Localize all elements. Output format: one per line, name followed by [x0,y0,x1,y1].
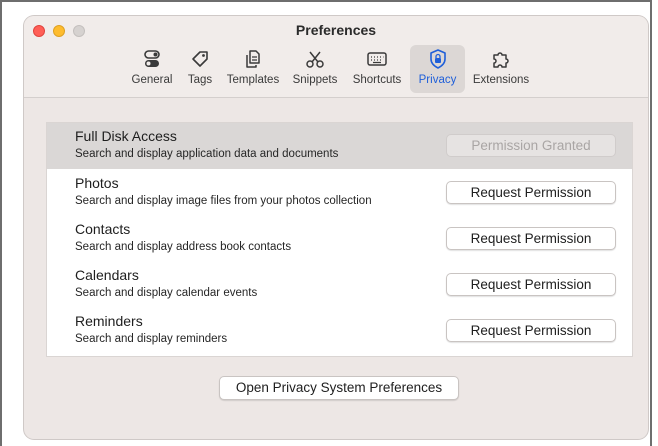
permission-title: Photos [75,175,119,191]
window-title: Preferences [295,22,377,38]
tag-icon [192,51,208,67]
tab-privacy-label: Privacy [418,74,457,86]
permission-row-reminders: Reminders Search and display reminders R… [47,308,632,354]
tab-snippets-label: Snippets [292,74,338,86]
permission-description: Search and display image files from your… [75,195,372,207]
permission-title: Reminders [75,313,143,329]
tab-general-label: General [131,74,173,86]
toggle-icon [144,50,160,67]
templates-icon [246,50,260,68]
privacy-permissions-list: Full Disk Access Search and display appl… [46,122,633,357]
permission-title: Full Disk Access [75,128,177,144]
permission-title: Contacts [75,221,131,237]
tab-snippets[interactable]: Snippets [286,45,344,93]
titlebar: Preferences General Tags Templates Snipp… [24,16,648,98]
permission-description: Search and display address book contacts [75,241,292,253]
request-permission-button[interactable]: Request Permission [446,319,616,342]
lock-shield-icon [429,49,446,69]
snippets-icon [306,51,324,68]
screen-edge-left [0,0,2,446]
tab-tags[interactable]: Tags [180,45,220,93]
request-permission-button[interactable]: Request Permission [446,181,616,204]
permission-description: Search and display application data and … [75,148,339,160]
open-privacy-system-preferences-button[interactable]: Open Privacy System Preferences [219,376,459,400]
tab-templates-label: Templates [226,74,280,86]
permission-granted-button: Permission Granted [446,134,616,157]
request-permission-button[interactable]: Request Permission [446,273,616,296]
tab-extensions[interactable]: Extensions [467,45,535,93]
preferences-window: Preferences General Tags Templates Snipp… [24,16,648,439]
tab-shortcuts[interactable]: Shortcuts [346,45,408,93]
permission-title: Calendars [75,267,139,283]
permission-description: Search and display calendar events [75,287,258,299]
permission-row-full-disk-access: Full Disk Access Search and display appl… [47,123,632,169]
tab-templates[interactable]: Templates [222,45,284,93]
tab-general[interactable]: General [127,45,177,93]
keyboard-icon [367,52,387,66]
tab-tags-label: Tags [187,74,213,86]
tab-privacy[interactable]: Privacy [410,45,465,93]
screen-edge-right [650,0,652,446]
tab-shortcuts-label: Shortcuts [352,74,402,86]
preferences-toolbar: General Tags Templates Snippets Shortcut… [24,41,648,93]
permission-description: Search and display reminders [75,333,228,345]
request-permission-button[interactable]: Request Permission [446,227,616,250]
tab-extensions-label: Extensions [472,74,530,86]
screen-edge-top [0,0,652,2]
permission-row-calendars: Calendars Search and display calendar ev… [47,262,632,308]
puzzle-icon [493,52,509,68]
permission-row-contacts: Contacts Search and display address book… [47,216,632,262]
permission-row-photos: Photos Search and display image files fr… [47,170,632,216]
